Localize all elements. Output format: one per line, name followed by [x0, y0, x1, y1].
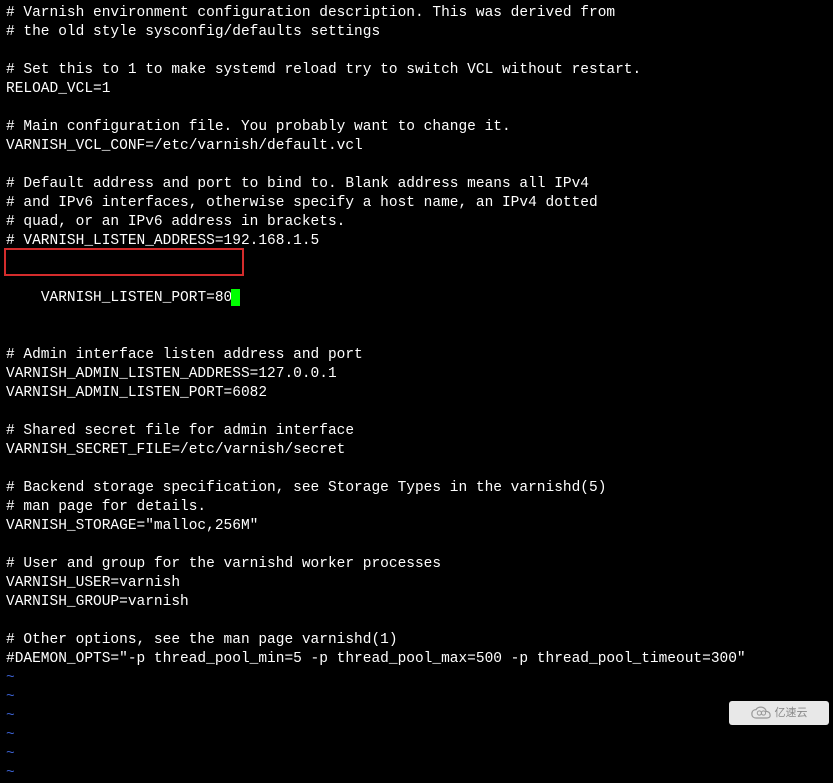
code-line [6, 403, 827, 422]
code-line: VARNISH_STORAGE="malloc,256M" [6, 517, 827, 536]
code-line: #DAEMON_OPTS="-p thread_pool_min=5 -p th… [6, 650, 827, 669]
code-line: VARNISH_ADMIN_LISTEN_ADDRESS=127.0.0.1 [6, 365, 827, 384]
empty-line-tilde: ~ [6, 707, 827, 726]
code-line: VARNISH_USER=varnish [6, 574, 827, 593]
highlighted-text: VARNISH_LISTEN_PORT=80 [41, 290, 232, 306]
highlight-box-annotation [4, 248, 244, 276]
code-line: # VARNISH_LISTEN_ADDRESS=192.168.1.5 [6, 232, 827, 251]
watermark: 亿速云 [729, 701, 829, 725]
cloud-icon [751, 706, 771, 720]
code-line: # quad, or an IPv6 address in brackets. [6, 213, 827, 232]
watermark-text: 亿速云 [775, 704, 808, 723]
code-line: # Main configuration file. You probably … [6, 118, 827, 137]
code-line: # User and group for the varnishd worker… [6, 555, 827, 574]
code-line [6, 42, 827, 61]
empty-line-tilde: ~ [6, 688, 827, 707]
code-line: # Backend storage specification, see Sto… [6, 479, 827, 498]
code-line [6, 99, 827, 118]
code-line [6, 156, 827, 175]
code-line: # Admin interface listen address and por… [6, 346, 827, 365]
code-line [6, 327, 827, 346]
cursor [231, 289, 240, 306]
code-line: # Varnish environment configuration desc… [6, 4, 827, 23]
code-line: VARNISH_ADMIN_LISTEN_PORT=6082 [6, 384, 827, 403]
code-line: # and IPv6 interfaces, otherwise specify… [6, 194, 827, 213]
code-line: VARNISH_SECRET_FILE=/etc/varnish/secret [6, 441, 827, 460]
code-line: # Default address and port to bind to. B… [6, 175, 827, 194]
code-line: # Shared secret file for admin interface [6, 422, 827, 441]
code-line [6, 612, 827, 631]
code-line: # Other options, see the man page varnis… [6, 631, 827, 650]
code-line: VARNISH_VCL_CONF=/etc/varnish/default.vc… [6, 137, 827, 156]
code-line [6, 460, 827, 479]
code-line: VARNISH_GROUP=varnish [6, 593, 827, 612]
code-line: # the old style sysconfig/defaults setti… [6, 23, 827, 42]
code-line: # man page for details. [6, 498, 827, 517]
empty-line-tilde: ~ [6, 745, 827, 764]
empty-line-tilde: ~ [6, 669, 827, 688]
code-line: RELOAD_VCL=1 [6, 80, 827, 99]
empty-line-tilde: ~ [6, 764, 827, 783]
highlighted-code-line: VARNISH_LISTEN_PORT=80 [6, 251, 240, 270]
code-line [6, 536, 827, 555]
editor-content[interactable]: # Varnish environment configuration desc… [6, 4, 827, 783]
code-line: # Set this to 1 to make systemd reload t… [6, 61, 827, 80]
